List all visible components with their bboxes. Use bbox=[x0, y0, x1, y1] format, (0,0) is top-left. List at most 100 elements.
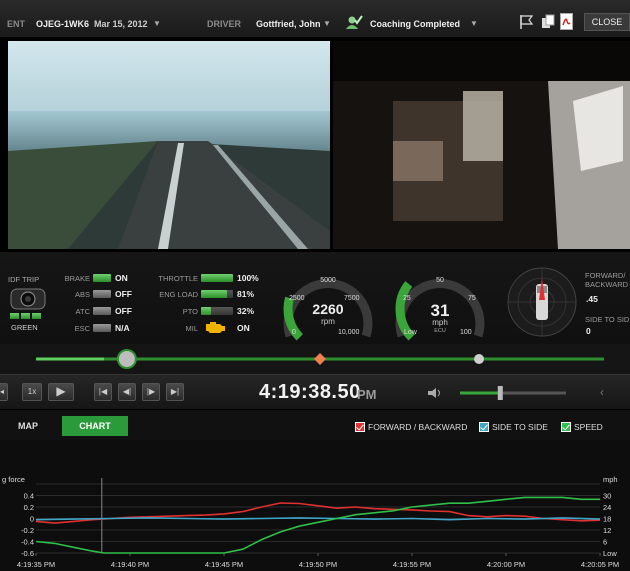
engine-value-throttle: 100% bbox=[237, 273, 259, 283]
forward-backward-label: FORWARD/ BACKWARD bbox=[585, 271, 629, 289]
indicator-value-atc: OFF bbox=[115, 306, 132, 316]
timeline-end-handle[interactable] bbox=[474, 354, 485, 364]
forward-backward-value: .45 bbox=[586, 294, 598, 304]
indicator-label-abs: ABS bbox=[74, 290, 90, 299]
check-engine-icon bbox=[206, 322, 225, 333]
indicator-label-atc: ATC bbox=[75, 307, 90, 316]
legend-forward-backward[interactable]: FORWARD / BACKWARD bbox=[355, 422, 467, 432]
play-button[interactable]: ▶ bbox=[48, 383, 74, 401]
engine-label-throttle: THROTTLE bbox=[158, 274, 198, 283]
engine-bar-pto bbox=[201, 307, 212, 315]
forward-backward-checkbox[interactable] bbox=[355, 422, 365, 432]
camera-icon bbox=[10, 288, 46, 310]
frame-back-button[interactable]: ◀| bbox=[118, 383, 136, 401]
playback-controls: ◂ 1x ▶ |◀ ◀| |▶ ▶| 4:19:38.50 PM ‹ bbox=[0, 374, 630, 410]
driver-name[interactable]: Gottfried, John bbox=[256, 19, 321, 29]
indicator-bar-atc bbox=[93, 307, 111, 315]
engine-bar-throttle bbox=[201, 274, 233, 282]
x-tick-label: 4:19:45 PM bbox=[205, 560, 243, 569]
road-camera-view[interactable] bbox=[8, 41, 330, 249]
legend-side-to-side[interactable]: SIDE TO SIDE bbox=[479, 422, 548, 432]
volume-handle[interactable] bbox=[497, 386, 503, 400]
copy-icon[interactable] bbox=[541, 14, 555, 30]
indicator-bar-brake bbox=[93, 274, 111, 282]
cab-camera-view[interactable] bbox=[333, 41, 630, 249]
indicator-bar-abs bbox=[93, 290, 111, 298]
x-tick-label: 4:20:00 PM bbox=[487, 560, 525, 569]
side-to-side-label: SIDE TO SIDE bbox=[585, 315, 630, 324]
top-bar: ENT OJEG-1WK6 Mar 15, 2012 ▼ DRIVER Gott… bbox=[0, 0, 630, 38]
view-tabs: MAP CHART FORWARD / BACKWARD SIDE TO SID… bbox=[0, 410, 630, 440]
pdf-icon[interactable] bbox=[560, 13, 573, 30]
engine-label-load: ENG LOAD bbox=[159, 290, 198, 299]
event-label: ENT bbox=[7, 19, 25, 29]
timeline-playhead[interactable] bbox=[116, 349, 137, 369]
force-dial bbox=[507, 267, 577, 337]
coaching-status-icon bbox=[346, 15, 363, 29]
engine-bar-load bbox=[201, 290, 227, 298]
indicator-label-esc: ESC bbox=[74, 324, 90, 333]
tab-map[interactable]: MAP bbox=[4, 416, 52, 436]
timeline-track bbox=[36, 349, 604, 369]
left-tick-label: 0 bbox=[30, 515, 34, 524]
indicator-label-brake: BRAKE bbox=[64, 274, 90, 283]
rpm-tick-0: 0 bbox=[292, 329, 296, 336]
status-dropdown-icon[interactable]: ▼ bbox=[470, 19, 478, 28]
frame-forward-button[interactable]: |▶ bbox=[142, 383, 160, 401]
indicator-value-brake: ON bbox=[115, 273, 128, 283]
speed-tick-75: 75 bbox=[468, 295, 476, 302]
timeline-scrubber[interactable] bbox=[0, 344, 630, 374]
left-axis-label: g force bbox=[2, 475, 25, 484]
driver-dropdown-icon[interactable]: ▼ bbox=[323, 19, 331, 28]
speed-unit: mph bbox=[432, 318, 448, 327]
x-tick-label: 4:19:50 PM bbox=[299, 560, 337, 569]
right-tick-label: 24 bbox=[603, 503, 611, 512]
indicator-value-abs: OFF bbox=[115, 289, 132, 299]
x-tick-label: 4:19:55 PM bbox=[393, 560, 431, 569]
rpm-tick-7500: 7500 bbox=[344, 295, 360, 302]
event-dropdown-icon[interactable]: ▼ bbox=[153, 19, 161, 28]
volume-slider[interactable] bbox=[458, 383, 568, 403]
road-scene-image bbox=[8, 41, 330, 249]
speed-gauge: 31 mph ECU Low 25 50 75 100 bbox=[395, 277, 485, 341]
telemetry-panel: IDF TRIP GREEN BRAKE ON ABS OFF ATC OFF … bbox=[0, 252, 630, 344]
x-tick-label: 4:19:35 PM bbox=[17, 560, 55, 569]
speed-checkbox[interactable] bbox=[561, 422, 571, 432]
side-to-side-checkbox[interactable] bbox=[479, 422, 489, 432]
skip-start-button[interactable]: |◀ bbox=[94, 383, 112, 401]
tab-chart[interactable]: CHART bbox=[62, 416, 128, 436]
step-back-edge-button[interactable]: ◂ bbox=[0, 383, 8, 401]
telemetry-chart[interactable]: 0.4 30 0.2 24 0 18 -0.2 12 -0.4 6 -0.6 Low g force mp… bbox=[0, 440, 630, 571]
legend-speed[interactable]: SPEED bbox=[561, 422, 603, 432]
skip-end-button[interactable]: ▶| bbox=[166, 383, 184, 401]
coaching-status[interactable]: Coaching Completed bbox=[370, 19, 460, 29]
event-marker-icon[interactable] bbox=[314, 353, 326, 365]
speed-tick-low: Low bbox=[404, 329, 418, 336]
panel-scroll-left-icon[interactable]: ‹ bbox=[600, 385, 630, 401]
mil-value: ON bbox=[237, 323, 250, 333]
right-axis-label: mph bbox=[603, 475, 618, 484]
playback-ampm: PM bbox=[357, 387, 377, 402]
event-id: OJEG-1WK6 bbox=[36, 19, 90, 29]
left-tick-label: 0.2 bbox=[24, 503, 34, 512]
mil-label: MIL bbox=[185, 324, 198, 333]
speed-tick-50: 50 bbox=[436, 277, 444, 284]
playback-time: 4:19:38.50 bbox=[259, 381, 361, 403]
playback-speed-button[interactable]: 1x bbox=[22, 383, 42, 401]
left-tick-label: -0.4 bbox=[21, 538, 34, 547]
left-tick-label: -0.6 bbox=[21, 549, 34, 558]
right-tick-label: 6 bbox=[603, 538, 607, 547]
volume-icon[interactable] bbox=[427, 387, 443, 399]
engine-value-load: 81% bbox=[237, 289, 255, 299]
close-button[interactable]: CLOSE bbox=[584, 13, 630, 31]
x-tick-label: 4:20:05 PM bbox=[581, 560, 619, 569]
legend-forward-backward-text: FORWARD / BACKWARD bbox=[368, 422, 468, 432]
camera-status-bar-3 bbox=[32, 313, 41, 319]
engine-value-pto: 32% bbox=[237, 306, 255, 316]
flag-icon[interactable] bbox=[518, 14, 534, 30]
rpm-value: 2260 bbox=[312, 301, 343, 317]
indicator-bar-esc bbox=[93, 324, 111, 332]
event-date[interactable]: Mar 15, 2012 bbox=[94, 19, 148, 29]
legend-speed-text: SPEED bbox=[574, 422, 603, 432]
left-tick-label: 0.4 bbox=[24, 492, 34, 501]
